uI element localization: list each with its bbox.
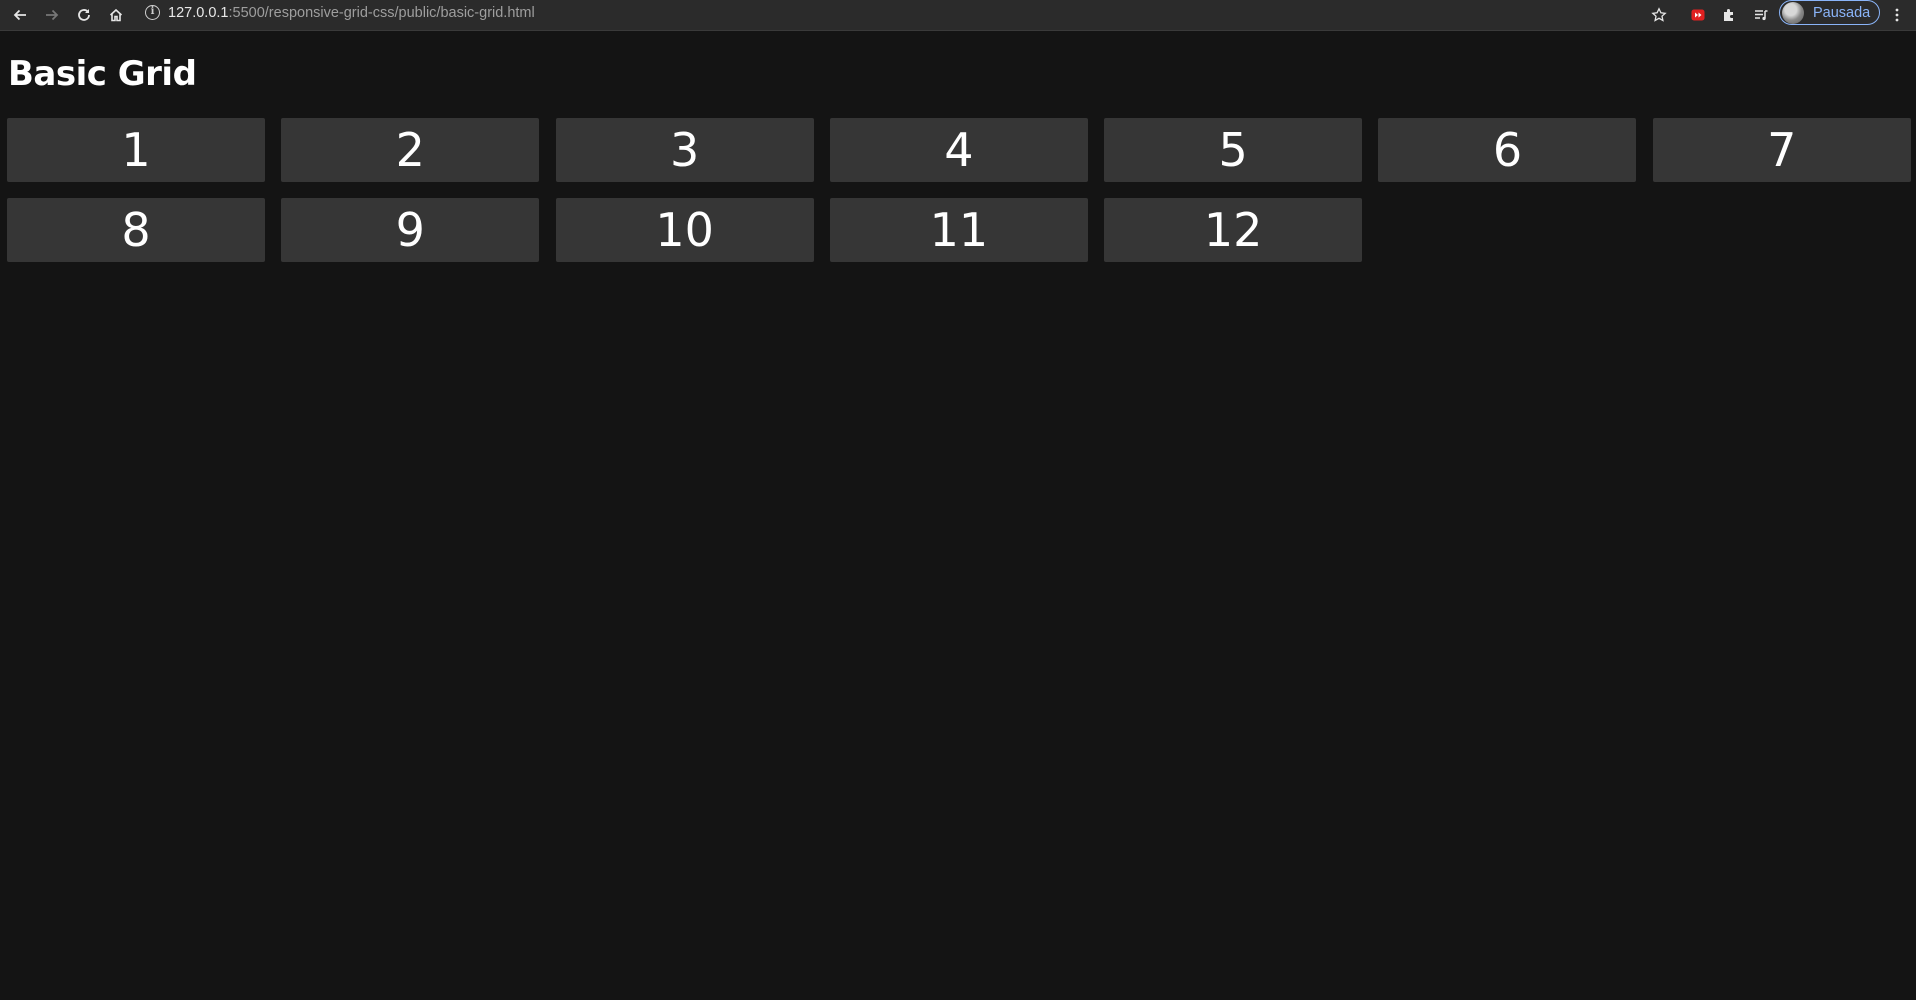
menu-icon[interactable] <box>1884 2 1910 28</box>
grid-item: 8 <box>7 198 265 262</box>
youtube-extension-icon[interactable] <box>1685 2 1711 28</box>
basic-grid: 1 2 3 4 5 6 7 8 9 10 11 12 <box>7 118 1911 262</box>
grid-item: 6 <box>1378 118 1637 182</box>
back-icon[interactable] <box>7 2 33 28</box>
grid-item: 5 <box>1104 118 1363 182</box>
forward-icon[interactable] <box>39 2 65 28</box>
grid-item: 7 <box>1652 118 1911 182</box>
browser-toolbar: i 127.0.0.1:5500/responsive-grid-css/pub… <box>0 0 1916 31</box>
info-icon[interactable]: i <box>145 5 160 20</box>
grid-item: 11 <box>829 198 1088 262</box>
grid-item: 4 <box>829 118 1088 182</box>
grid-item: 1 <box>7 118 265 182</box>
url-path: :5500/responsive-grid-css/public/basic-g… <box>228 4 535 21</box>
grid-item: 10 <box>555 198 814 262</box>
url-host: 127.0.0.1 <box>168 4 229 21</box>
address-bar[interactable]: i 127.0.0.1:5500/responsive-grid-css/pub… <box>145 0 535 25</box>
star-icon[interactable] <box>1646 2 1672 28</box>
grid-item: 12 <box>1104 198 1363 262</box>
url-text[interactable]: 127.0.0.1:5500/responsive-grid-css/publi… <box>168 5 535 21</box>
reload-icon[interactable] <box>71 2 97 28</box>
reading-list-icon[interactable] <box>1748 2 1774 28</box>
grid-item: 9 <box>281 198 540 262</box>
profile-name: Pausada <box>1813 4 1871 21</box>
profile-button[interactable]: Pausada <box>1779 0 1880 25</box>
page-content: Basic Grid 1 2 3 4 5 6 7 8 9 10 11 12 <box>0 32 1916 1000</box>
grid-item: 3 <box>555 118 814 182</box>
home-icon[interactable] <box>103 2 129 28</box>
grid-item: 2 <box>281 118 540 182</box>
extensions-icon[interactable] <box>1716 2 1742 28</box>
page-title: Basic Grid <box>8 54 197 94</box>
avatar <box>1782 1 1804 24</box>
